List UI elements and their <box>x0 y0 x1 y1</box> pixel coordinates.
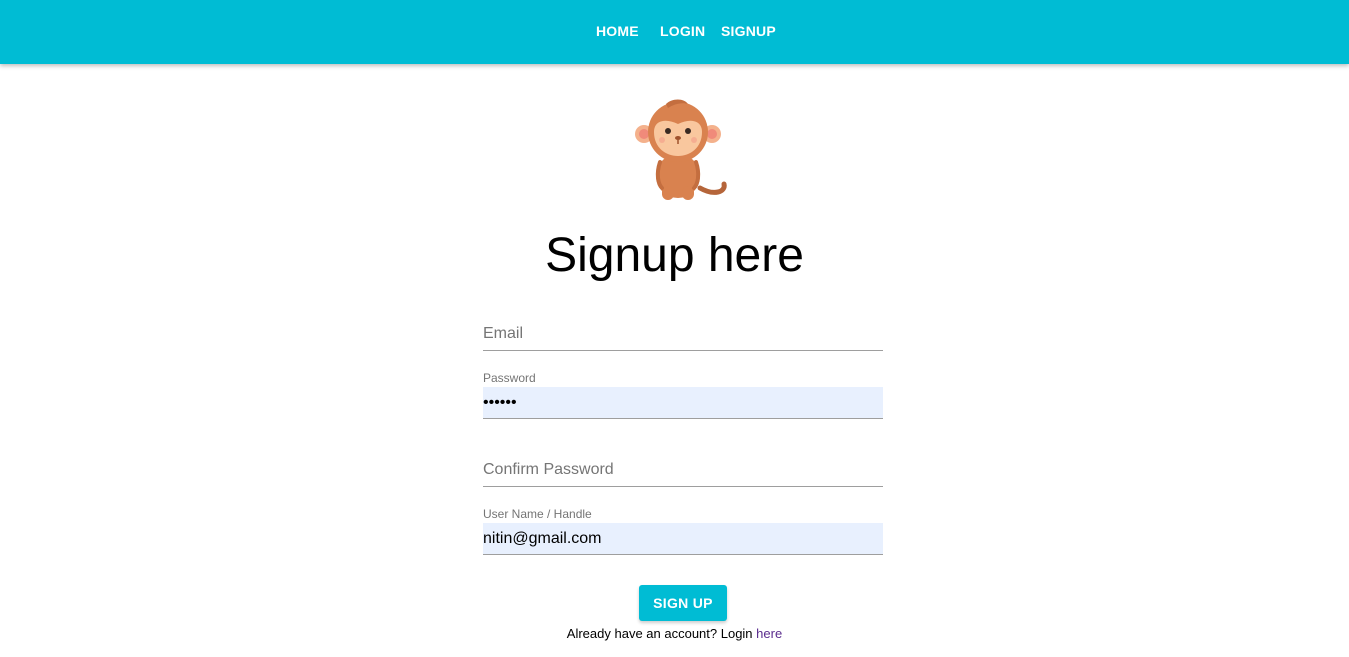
top-navbar: HOME LOGIN SIGNUP <box>0 0 1349 64</box>
password-label: Password <box>483 371 536 385</box>
monkey-icon <box>635 99 727 200</box>
confirm-password-field-wrapper <box>483 454 883 488</box>
username-field-wrapper: User Name / Handle <box>483 506 883 556</box>
email-field-wrapper <box>483 318 883 352</box>
login-prompt-text: Already have an account? Login <box>566 626 757 641</box>
login-prompt: Already have an account? Login here <box>0 626 1349 641</box>
confirm-password-field[interactable] <box>483 454 883 487</box>
page-title: Signup here <box>545 229 804 282</box>
password-field-wrapper: Password <box>483 370 883 420</box>
username-field[interactable] <box>483 523 883 555</box>
email-field[interactable] <box>483 318 883 351</box>
nav-home-link[interactable]: HOME <box>596 23 639 39</box>
username-label: User Name / Handle <box>483 507 592 521</box>
sign-up-button[interactable]: SIGN UP <box>639 585 727 621</box>
login-here-link[interactable]: here <box>756 626 782 641</box>
nav-signup-link[interactable]: SIGNUP <box>721 23 776 39</box>
password-field[interactable] <box>483 387 883 419</box>
nav-login-link[interactable]: LOGIN <box>660 23 705 39</box>
